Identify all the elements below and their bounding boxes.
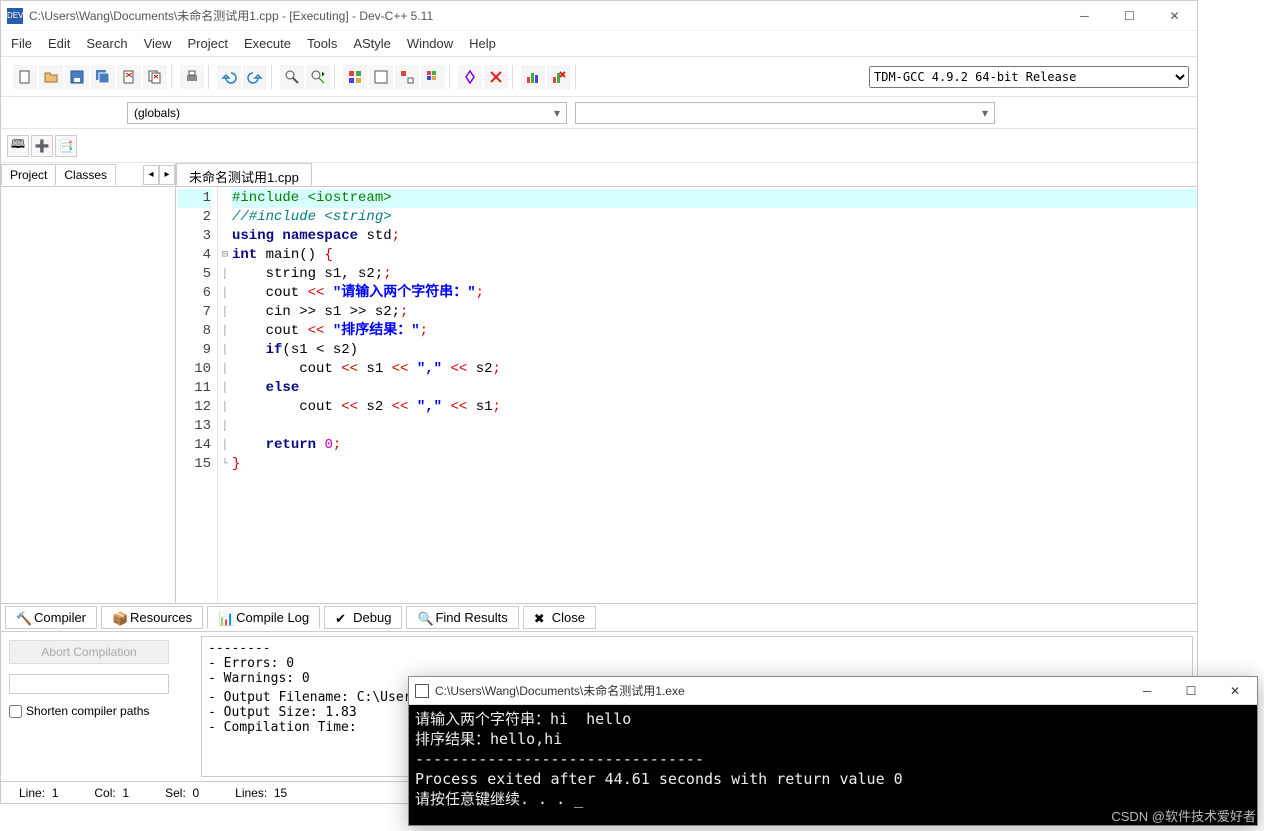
- menu-astyle[interactable]: AStyle: [353, 36, 391, 51]
- open-file-button[interactable]: [39, 65, 63, 89]
- tab-resources[interactable]: 📦Resources: [101, 606, 203, 629]
- bottom-tabs: 🔨Compiler 📦Resources 📊Compile Log ✔Debug…: [1, 603, 1197, 631]
- debug-icon: ✔: [335, 611, 349, 625]
- tab-scroll-right[interactable]: ▸: [159, 165, 175, 185]
- debug-button[interactable]: [458, 65, 482, 89]
- fold-column[interactable]: ⊟ ││││││││││└: [218, 187, 232, 603]
- shorten-paths-checkbox[interactable]: Shorten compiler paths: [9, 704, 189, 718]
- stop-button[interactable]: [484, 65, 508, 89]
- tab-classes[interactable]: Classes: [55, 164, 116, 185]
- editor-tab[interactable]: 未命名测试用1.cpp: [176, 163, 312, 186]
- menu-file[interactable]: File: [11, 36, 32, 51]
- menubar: File Edit Search View Project Execute To…: [1, 31, 1197, 57]
- bookmark-list-button[interactable]: 📑: [55, 135, 77, 157]
- console-title: C:\Users\Wang\Documents\未命名测试用1.exe: [435, 682, 1125, 699]
- menu-project[interactable]: Project: [188, 36, 228, 51]
- find-button[interactable]: [280, 65, 304, 89]
- compilation-input[interactable]: [9, 674, 169, 694]
- log-icon: 📊: [218, 611, 232, 625]
- chevron-down-icon: ▾: [982, 106, 988, 120]
- tab-compiler[interactable]: 🔨Compiler: [5, 606, 97, 629]
- window-title: C:\Users\Wang\Documents\未命名测试用1.cpp - [E…: [29, 7, 1062, 24]
- compile-run-button[interactable]: [395, 65, 419, 89]
- chevron-down-icon: ▾: [554, 106, 560, 120]
- toggle-bookmark-button[interactable]: ➕: [31, 135, 53, 157]
- menu-help[interactable]: Help: [469, 36, 496, 51]
- resources-icon: 📦: [112, 611, 126, 625]
- compile-button[interactable]: [343, 65, 367, 89]
- minimize-button[interactable]: ─: [1062, 1, 1107, 31]
- left-panel: Project Classes ◂ ▸: [1, 163, 176, 603]
- menu-window[interactable]: Window: [407, 36, 453, 51]
- secondary-toolbar: 🕮 ➕ 📑: [1, 129, 1197, 163]
- menu-search[interactable]: Search: [86, 36, 127, 51]
- maximize-button[interactable]: ☐: [1107, 1, 1152, 31]
- console-minimize-button[interactable]: ─: [1125, 677, 1169, 705]
- tab-compile-log[interactable]: 📊Compile Log: [207, 606, 320, 629]
- titlebar: DEV C:\Users\Wang\Documents\未命名测试用1.cpp …: [1, 1, 1197, 31]
- find-icon: 🔍: [417, 611, 431, 625]
- compiler-select[interactable]: TDM-GCC 4.9.2 64-bit Release: [869, 66, 1189, 88]
- line-number-gutter: 1 2 3 4 5 6 7 8 9 10 11 12 13 14 15: [176, 187, 218, 603]
- abort-compilation-button: Abort Compilation: [9, 640, 169, 664]
- member-select[interactable]: ▾: [575, 102, 995, 124]
- rebuild-button[interactable]: [421, 65, 445, 89]
- scope-select-text: (globals): [134, 106, 180, 120]
- tab-scroll-left[interactable]: ◂: [143, 165, 159, 185]
- delete-profile-button[interactable]: [547, 65, 571, 89]
- menu-edit[interactable]: Edit: [48, 36, 70, 51]
- run-button[interactable]: [369, 65, 393, 89]
- toolbar: TDM-GCC 4.9.2 64-bit Release: [1, 57, 1197, 97]
- console-maximize-button[interactable]: ☐: [1169, 677, 1213, 705]
- goto-bookmark-button[interactable]: 🕮: [7, 135, 29, 157]
- console-titlebar[interactable]: C:\Users\Wang\Documents\未命名测试用1.exe ─ ☐ …: [409, 677, 1257, 705]
- code-lines: #include <iostream> //#include <string> …: [232, 187, 1197, 603]
- save-button[interactable]: [65, 65, 89, 89]
- profile-button[interactable]: [521, 65, 545, 89]
- compiler-icon: 🔨: [16, 611, 30, 625]
- menu-execute[interactable]: Execute: [244, 36, 291, 51]
- close-file-button[interactable]: [117, 65, 141, 89]
- console-close-button[interactable]: ✕: [1213, 677, 1257, 705]
- tab-close[interactable]: ✖Close: [523, 606, 596, 629]
- scope-row: (globals) ▾ ▾: [1, 97, 1197, 129]
- save-all-button[interactable]: [91, 65, 115, 89]
- code-editor[interactable]: 1 2 3 4 5 6 7 8 9 10 11 12 13 14 15: [176, 187, 1197, 603]
- new-file-button[interactable]: [13, 65, 37, 89]
- app-icon: DEV: [7, 8, 23, 24]
- replace-button[interactable]: [306, 65, 330, 89]
- tab-debug[interactable]: ✔Debug: [324, 606, 402, 629]
- console-window: C:\Users\Wang\Documents\未命名测试用1.exe ─ ☐ …: [408, 676, 1258, 826]
- close-icon: ✖: [534, 611, 548, 625]
- redo-button[interactable]: [243, 65, 267, 89]
- close-all-button[interactable]: [143, 65, 167, 89]
- project-tree[interactable]: [1, 187, 175, 603]
- menu-tools[interactable]: Tools: [307, 36, 337, 51]
- console-icon: [415, 684, 429, 698]
- print-button[interactable]: [180, 65, 204, 89]
- tab-find-results[interactable]: 🔍Find Results: [406, 606, 518, 629]
- close-button[interactable]: ✕: [1152, 1, 1197, 31]
- watermark: CSDN @软件技术爱好者: [1111, 806, 1256, 825]
- undo-button[interactable]: [217, 65, 241, 89]
- shorten-paths-box[interactable]: [9, 705, 22, 718]
- menu-view[interactable]: View: [144, 36, 172, 51]
- scope-select[interactable]: (globals) ▾: [127, 102, 567, 124]
- tab-project[interactable]: Project: [1, 164, 56, 185]
